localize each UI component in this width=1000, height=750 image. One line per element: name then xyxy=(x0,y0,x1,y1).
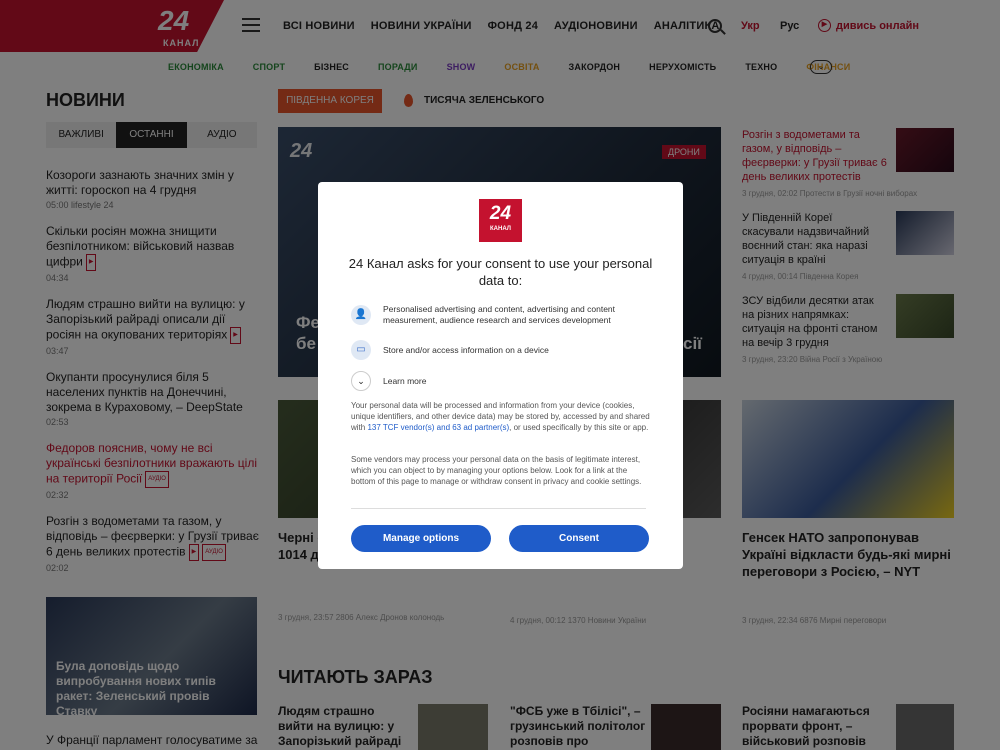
manage-options-button[interactable]: Manage options xyxy=(351,525,491,552)
consent-paragraph-1: Your personal data will be processed and… xyxy=(351,400,651,433)
vendors-link[interactable]: 137 TCF vendor(s) and 63 ad partner(s) xyxy=(367,423,509,432)
learn-more-label[interactable]: Learn more xyxy=(383,376,426,386)
consent-purpose-2: ▭ Store and/or access information on a d… xyxy=(351,340,651,360)
purpose-2-text: Store and/or access information on a dev… xyxy=(383,344,549,355)
device-icon: ▭ xyxy=(351,340,371,360)
page: 24 КАНАЛ ВСІ НОВИНИ НОВИНИ УКРАЇНИ ФОНД … xyxy=(0,0,1000,750)
consent-paragraph-2: Some vendors may process your personal d… xyxy=(351,455,642,486)
purpose-1-text: Personalised advertising and content, ad… xyxy=(383,304,616,325)
consent-button[interactable]: Consent xyxy=(509,525,649,552)
consent-logo: 24 КАНАЛ xyxy=(479,199,522,242)
consent-logo-sub: КАНАЛ xyxy=(490,226,511,232)
consent-paragraph-1b: , or used specifically by this site or a… xyxy=(509,423,649,432)
consent-logo-number: 24 xyxy=(489,203,512,224)
person-icon: 👤 xyxy=(351,305,371,325)
consent-title: 24 Канал asks for your consent to use yo… xyxy=(348,256,653,288)
chevron-down-icon[interactable]: ⌄ xyxy=(351,371,371,391)
divider xyxy=(351,508,646,509)
consent-purpose-1: 👤 Personalised advertising and content, … xyxy=(351,304,651,326)
consent-dialog: 24 КАНАЛ 24 Канал asks for your consent … xyxy=(318,182,683,569)
learn-more-toggle[interactable]: ⌄ Learn more xyxy=(351,371,426,391)
